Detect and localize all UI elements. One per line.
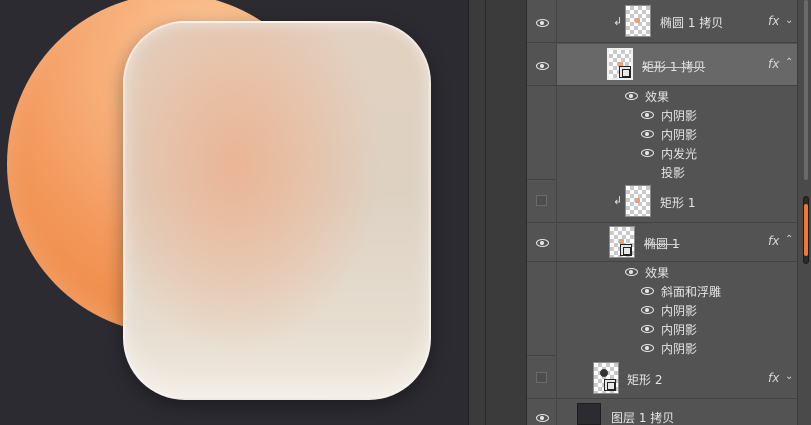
fx-icon[interactable]: fx xyxy=(768,234,779,248)
shape-layer-badge-icon xyxy=(604,379,616,391)
visibility-column xyxy=(527,181,557,222)
visibility-column xyxy=(527,357,557,398)
visibility-column xyxy=(527,262,557,355)
effects-label: 效果 xyxy=(645,90,670,104)
effect-item[interactable]: 内阴影 xyxy=(557,300,797,319)
layer-row-ellipse-copy[interactable]: ↲ 椭圆 1 拷贝 fx ⌄ xyxy=(527,0,797,43)
chevron-up-icon[interactable]: ⌃ xyxy=(785,57,793,68)
scrollbar-upper-track xyxy=(804,0,808,180)
effect-item[interactable]: 投影 xyxy=(557,162,797,181)
effect-label: 内发光 xyxy=(661,147,698,161)
visibility-column xyxy=(527,86,557,179)
visibility-column xyxy=(527,224,557,261)
effect-label: 内阴影 xyxy=(661,342,698,356)
eye-icon[interactable] xyxy=(641,344,654,352)
scrollbar-thumb[interactable] xyxy=(804,204,808,256)
effect-item[interactable]: 内发光 xyxy=(557,143,797,162)
eye-icon[interactable] xyxy=(625,92,638,100)
visibility-column xyxy=(527,44,557,85)
fx-icon[interactable]: fx xyxy=(768,14,779,28)
effect-item[interactable]: 内阴影 xyxy=(557,105,797,124)
visibility-toggle-off[interactable] xyxy=(536,195,547,206)
effects-group-ellipse-1: 效果 斜面和浮雕 内阴影 内阴影 内阴影 xyxy=(527,262,797,357)
panel-gutter xyxy=(468,0,526,425)
eye-icon[interactable] xyxy=(536,239,549,247)
layer-thumbnail xyxy=(577,403,601,425)
eye-icon[interactable] xyxy=(536,62,549,70)
clip-arrow-icon: ↲ xyxy=(613,15,623,28)
eye-icon[interactable] xyxy=(641,287,654,295)
effects-header[interactable]: 效果 xyxy=(557,86,797,105)
eye-icon[interactable] xyxy=(641,111,654,119)
eye-icon[interactable] xyxy=(641,306,654,314)
chevron-up-icon[interactable]: ⌃ xyxy=(785,234,793,245)
effect-label: 内阴影 xyxy=(661,304,698,318)
effects-group-rect-copy: 效果 内阴影 内阴影 内发光 投影 xyxy=(527,86,797,181)
layer-name[interactable]: 椭圆 1 拷贝 xyxy=(660,14,723,31)
clip-arrow-icon: ↲ xyxy=(613,194,623,207)
effects-header[interactable]: 效果 xyxy=(557,262,797,281)
effect-label: 内阴影 xyxy=(661,323,698,337)
shape-layer-badge-icon xyxy=(620,244,632,256)
eye-icon[interactable] xyxy=(641,325,654,333)
effect-item[interactable]: 内阴影 xyxy=(557,124,797,143)
layer-name[interactable]: 图层 1 拷贝 xyxy=(611,409,674,425)
fx-icon[interactable]: fx xyxy=(768,57,779,71)
eye-icon[interactable] xyxy=(641,149,654,157)
effect-label: 斜面和浮雕 xyxy=(661,285,722,299)
frosted-glass-rectangle xyxy=(123,21,431,400)
layer-name[interactable]: 矩形 1 拷贝 xyxy=(642,58,705,75)
visibility-column xyxy=(527,0,557,42)
layer-row-ellipse-1[interactable]: 椭圆 1 fx ⌃ xyxy=(527,224,797,262)
document-canvas[interactable] xyxy=(0,0,468,425)
effect-item[interactable]: 内阴影 xyxy=(557,338,797,357)
effect-label: 内阴影 xyxy=(661,109,698,123)
layer-row-rect-copy[interactable]: 矩形 1 拷贝 fx ⌃ xyxy=(527,44,797,86)
layer-name[interactable]: 椭圆 1 xyxy=(644,235,679,252)
eye-icon[interactable] xyxy=(625,268,638,276)
layer-row-rect-2[interactable]: 矩形 2 fx ⌄ xyxy=(527,357,797,399)
layer-name[interactable]: 矩形 2 xyxy=(627,371,662,388)
visibility-column xyxy=(527,400,557,425)
effect-item[interactable]: 内阴影 xyxy=(557,319,797,338)
layer-row-rect-1[interactable]: ↲ 矩形 1 xyxy=(527,181,797,223)
gutter-divider xyxy=(485,0,486,425)
layers-scrollbar[interactable] xyxy=(797,0,811,425)
visibility-toggle-off[interactable] xyxy=(536,372,547,383)
effects-label: 效果 xyxy=(645,266,670,280)
layer-thumbnail xyxy=(625,5,651,37)
effect-item[interactable]: 斜面和浮雕 xyxy=(557,281,797,300)
fx-icon[interactable]: fx xyxy=(768,371,779,385)
layers-panel: ↲ 椭圆 1 拷贝 fx ⌄ 矩形 1 拷贝 fx ⌃ 效果 内阴影 内阴影 内… xyxy=(526,0,811,425)
eye-icon[interactable] xyxy=(536,19,549,27)
eye-icon[interactable] xyxy=(536,414,549,422)
layer-thumbnail xyxy=(625,185,651,217)
chevron-down-icon[interactable]: ⌄ xyxy=(785,15,793,26)
shape-layer-badge-icon xyxy=(619,66,631,78)
effect-label: 投影 xyxy=(661,166,686,180)
layer-name[interactable]: 矩形 1 xyxy=(660,194,695,211)
effect-label: 内阴影 xyxy=(661,128,698,142)
eye-icon[interactable] xyxy=(641,130,654,138)
layer-row-layer-copy[interactable]: 图层 1 拷贝 xyxy=(527,400,797,425)
chevron-down-icon[interactable]: ⌄ xyxy=(785,371,793,382)
